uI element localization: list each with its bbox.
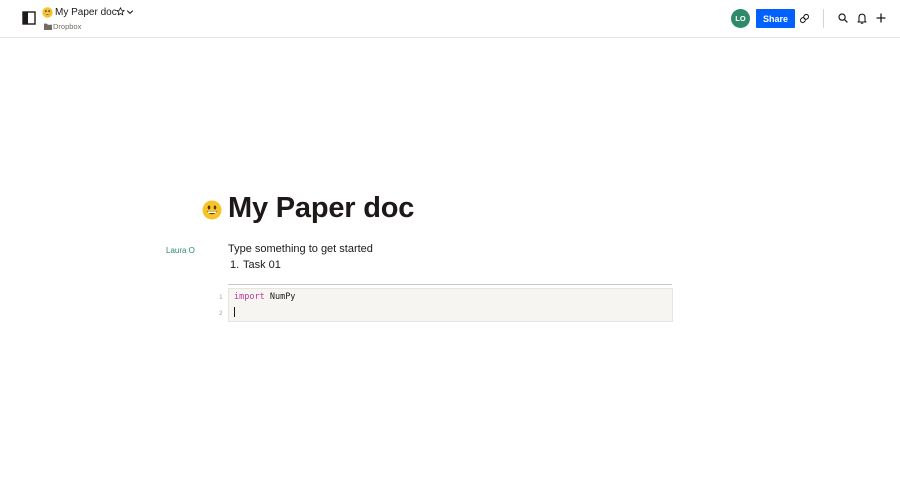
line-number: 2 — [219, 310, 223, 317]
top-bar: My Paper doc Dropbox LO Share — [0, 0, 900, 38]
breadcrumb-folder-link[interactable]: Dropbox — [53, 22, 81, 31]
search-icon[interactable] — [838, 13, 848, 23]
star-icon[interactable] — [116, 7, 125, 16]
code-text: NumPy — [264, 292, 296, 302]
paragraph[interactable]: Type something to get started — [228, 243, 373, 255]
grinning-face-icon[interactable] — [202, 200, 222, 220]
author-label: Laura O — [166, 246, 195, 255]
link-icon[interactable] — [799, 13, 810, 24]
list-item[interactable]: Task 01 — [243, 259, 281, 271]
share-button[interactable]: Share — [756, 9, 795, 28]
sidebar-toggle-icon[interactable] — [22, 11, 36, 25]
list-item-number: 1. — [230, 259, 240, 271]
code-line[interactable]: import NumPy — [234, 292, 295, 302]
doc-title-link[interactable]: My Paper doc — [55, 7, 117, 18]
code-keyword: import — [234, 292, 265, 302]
doc-title[interactable]: My Paper doc — [228, 192, 414, 225]
chevron-down-icon[interactable] — [126, 8, 134, 16]
line-number: 1 — [219, 294, 223, 301]
text-cursor — [234, 307, 235, 317]
grinning-face-icon — [42, 7, 53, 18]
plus-icon[interactable] — [876, 13, 886, 23]
toolbar-divider — [823, 9, 824, 28]
horizontal-rule — [228, 284, 672, 285]
bell-icon[interactable] — [857, 13, 867, 24]
folder-icon — [44, 23, 52, 30]
avatar[interactable]: LO — [731, 9, 750, 28]
